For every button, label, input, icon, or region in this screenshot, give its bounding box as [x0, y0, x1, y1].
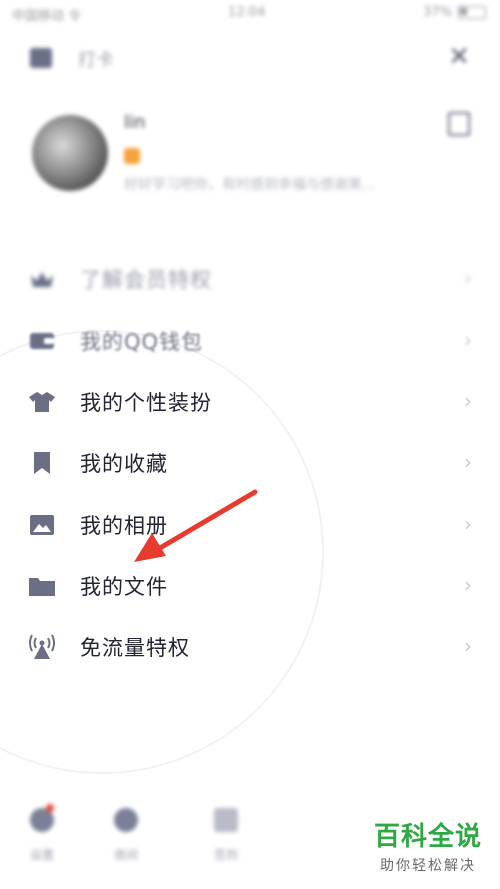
wallet-icon	[28, 328, 56, 354]
menu-label: 我的个性装扮	[80, 391, 212, 415]
battery-icon	[458, 6, 486, 19]
watermark-main: 百科全说	[373, 822, 482, 852]
chevron-right-icon: ›	[464, 389, 472, 413]
watermark-sub: 助你轻松解决	[379, 858, 476, 874]
qr-code-icon[interactable]	[448, 112, 470, 136]
status-bar: 中国移动 令 12:04 37%	[0, 0, 500, 26]
status-right: 37%	[423, 5, 486, 20]
checkin-title[interactable]: 打卡	[78, 46, 114, 72]
chevron-right-icon: ›	[464, 450, 472, 474]
menu-item-favorites[interactable]: 我的收藏 ›	[0, 438, 500, 490]
grid-icon[interactable]	[30, 48, 52, 68]
avatar[interactable]	[32, 115, 108, 191]
crown-icon	[28, 266, 56, 292]
menu-label: 免流量特权	[80, 636, 190, 660]
username: lin	[124, 112, 146, 133]
bottom-night-mode-button[interactable]: 夜间	[96, 808, 156, 868]
menu-label: 我的文件	[80, 575, 168, 599]
menu-item-qq-wallet[interactable]: 我的QQ钱包 ›	[0, 316, 500, 368]
menu-item-files[interactable]: 我的文件 ›	[0, 561, 500, 613]
close-icon[interactable]: ✕	[448, 42, 470, 72]
chevron-right-icon: ›	[464, 634, 472, 658]
menu-item-personalization[interactable]: 我的个性装扮 ›	[0, 377, 500, 429]
notification-dot	[46, 804, 54, 812]
bottom-label: 签到	[213, 848, 238, 862]
chevron-right-icon: ›	[464, 328, 472, 352]
bottom-settings-button[interactable]: 设置	[12, 804, 72, 868]
menu-item-albums[interactable]: 我的相册 ›	[0, 500, 500, 552]
bookmark-icon	[28, 450, 56, 476]
chevron-right-icon: ›	[464, 573, 472, 597]
watermark: 百科全说 助你轻松解决	[374, 816, 482, 875]
menu-item-vip-privileges[interactable]: 了解会员特权 ›	[0, 254, 500, 306]
calendar-icon	[214, 808, 238, 832]
signature[interactable]: 好好学习吧你，有时感到幸福与感谢美...	[124, 174, 375, 194]
menu-item-free-data[interactable]: 免流量特权 ›	[0, 622, 500, 674]
clock-label: 12:04	[228, 5, 266, 20]
drawer-screen: 中国移动 令 12:04 37% 打卡 ✕ lin 好好学习吧你，有时感到幸福与…	[0, 0, 500, 889]
carrier-label: 中国移动 令	[12, 9, 82, 24]
menu-label: 我的收藏	[80, 452, 168, 476]
antenna-icon	[28, 634, 56, 660]
chevron-right-icon: ›	[464, 512, 472, 536]
folder-icon	[28, 573, 56, 599]
moon-icon	[114, 808, 138, 832]
drawer-header: 打卡 ✕	[0, 38, 500, 78]
battery-percent: 37%	[423, 5, 452, 20]
menu-label: 我的相册	[80, 514, 168, 538]
photo-icon	[28, 512, 56, 538]
menu-label: 我的QQ钱包	[80, 330, 204, 354]
vip-badge-icon	[124, 148, 140, 164]
bottom-label: 设置	[29, 848, 54, 862]
tshirt-icon	[28, 389, 56, 415]
bottom-label: 夜间	[113, 848, 138, 862]
menu-label: 了解会员特权	[80, 268, 212, 292]
chevron-right-icon: ›	[464, 266, 472, 290]
bottom-checkin-button[interactable]: 签到	[196, 808, 256, 868]
